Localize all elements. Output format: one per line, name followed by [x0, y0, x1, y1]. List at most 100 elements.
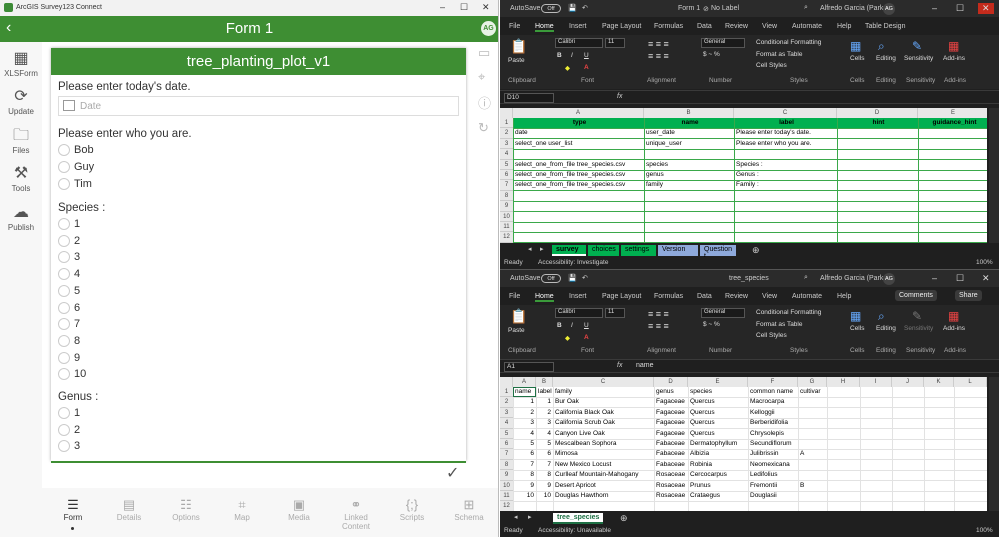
table-cell[interactable]: 10: [536, 491, 553, 501]
column-header[interactable]: H: [827, 377, 860, 387]
ribbon-tab-formulas[interactable]: Formulas: [654, 23, 683, 30]
sheet-tab-version[interactable]: Version: [658, 245, 698, 256]
italic-button[interactable]: I: [571, 322, 573, 329]
tab-map[interactable]: ⌗ Map: [220, 497, 264, 522]
tab-form[interactable]: ☰ Form: [51, 497, 95, 522]
undo-icon[interactable]: ↶: [582, 274, 588, 282]
column-header[interactable]: B: [536, 377, 553, 387]
formula-input[interactable]: [630, 93, 995, 103]
search-icon[interactable]: ⌕: [804, 4, 808, 12]
radio-button[interactable]: [58, 178, 70, 191]
table-cell[interactable]: [644, 149, 734, 159]
header-cell[interactable]: cultivar: [798, 387, 827, 397]
underline-button[interactable]: U: [584, 322, 589, 329]
radio-button[interactable]: [58, 251, 70, 264]
table-cell[interactable]: 6: [513, 449, 536, 459]
table-cell[interactable]: Fagaceae: [654, 408, 688, 418]
table-cell[interactable]: 5: [513, 439, 536, 449]
table-cell[interactable]: [798, 429, 827, 439]
row-header[interactable]: 12: [500, 501, 513, 511]
table-cell[interactable]: select_one user_list: [513, 139, 644, 149]
radio-button[interactable]: [58, 407, 70, 420]
number-format-select[interactable]: General: [701, 38, 745, 48]
column-header[interactable]: I: [860, 377, 892, 387]
ribbon-tab-automate[interactable]: Automate: [792, 23, 822, 30]
addins-label[interactable]: Add-ins: [943, 55, 965, 62]
radio-option[interactable]: 10: [58, 368, 86, 381]
sensitivity-label[interactable]: No Label: [711, 5, 739, 12]
column-header[interactable]: F: [748, 377, 798, 387]
table-cell[interactable]: Albizia: [688, 449, 748, 459]
table-cell[interactable]: Berberidifolia: [748, 418, 798, 428]
minimize-icon[interactable]: –: [932, 3, 937, 13]
table-cell[interactable]: New Mexico Locust: [553, 460, 654, 470]
autosave-toggle[interactable]: Off: [541, 274, 561, 283]
table-cell[interactable]: Douglas Hawthorn: [553, 491, 654, 501]
header-cell[interactable]: genus: [654, 387, 688, 397]
corner-cell[interactable]: [500, 108, 513, 118]
radio-option[interactable]: 3: [58, 440, 80, 453]
table-cell[interactable]: California Scrub Oak: [553, 418, 654, 428]
ribbon-tab-data[interactable]: Data: [697, 23, 712, 30]
header-cell[interactable]: common name: [748, 387, 798, 397]
table-cell[interactable]: 7: [513, 460, 536, 470]
currency-icon[interactable]: $ ~ %: [703, 51, 720, 58]
table-cell[interactable]: Quercus: [688, 429, 748, 439]
table-cell[interactable]: 8: [513, 470, 536, 480]
row-header[interactable]: 1: [500, 387, 513, 398]
cell-styles-button[interactable]: Cell Styles: [756, 62, 787, 69]
table-cell[interactable]: Mescalbean Sophora: [553, 439, 654, 449]
table-cell[interactable]: Chrysolepis: [748, 429, 798, 439]
column-header[interactable]: D: [654, 377, 688, 387]
format-as-table-button[interactable]: Format as Table: [756, 51, 802, 58]
header-cell[interactable]: label: [734, 118, 837, 128]
fill-color-button[interactable]: ◆: [565, 334, 570, 342]
worksheet-grid[interactable]: A B C D E F G H I J K L 1 2 3 4 5 6 7 8 9 10 11 12 name label fami…: [500, 377, 987, 511]
avatar[interactable]: AG: [883, 273, 895, 285]
nav-tools[interactable]: ⚒ Tools: [0, 164, 42, 193]
table-cell[interactable]: 4: [536, 429, 553, 439]
row-header[interactable]: 11: [500, 491, 513, 502]
next-sheet-icon[interactable]: ▸: [540, 245, 544, 253]
table-cell[interactable]: species: [644, 160, 734, 170]
sheet-tab-survey[interactable]: survey: [552, 245, 586, 256]
table-cell[interactable]: Secundiflorum: [748, 439, 798, 449]
radio-button[interactable]: [58, 318, 70, 331]
cell-styles-button[interactable]: Cell Styles: [756, 332, 787, 339]
align-icons[interactable]: ≡ ≡ ≡: [648, 39, 669, 49]
ribbon-tab-view[interactable]: View: [762, 23, 777, 30]
addins-icon[interactable]: ▦: [948, 309, 959, 323]
zoom-level[interactable]: 100%: [976, 259, 993, 266]
radio-button[interactable]: [58, 368, 70, 381]
header-cell[interactable]: name: [644, 118, 734, 128]
conditional-formatting-button[interactable]: Conditional Formatting: [756, 39, 821, 46]
font-name-select[interactable]: Calibri: [555, 38, 603, 48]
column-header[interactable]: G: [798, 377, 827, 387]
name-box[interactable]: A1: [504, 362, 554, 372]
radio-option[interactable]: 1: [58, 218, 80, 231]
table-cell[interactable]: Fabaceae: [654, 439, 688, 449]
table-cell[interactable]: [798, 397, 827, 407]
location-icon[interactable]: ⌖: [478, 69, 485, 85]
share-button[interactable]: Share: [955, 290, 982, 301]
avatar[interactable]: AG: [481, 21, 496, 36]
table-cell[interactable]: 7: [536, 460, 553, 470]
row-header[interactable]: 9: [500, 470, 513, 481]
align-icons-2[interactable]: ≡ ≡ ≡: [648, 321, 669, 331]
nav-publish[interactable]: ☁ Publish: [0, 203, 42, 232]
font-color-button[interactable]: A: [584, 64, 589, 71]
header-cell[interactable]: guidance_hint: [918, 118, 987, 128]
header-cell[interactable]: species: [688, 387, 748, 397]
cells-icon[interactable]: ▦: [850, 39, 861, 53]
save-icon[interactable]: 💾: [568, 274, 577, 282]
table-cell[interactable]: select_one_from_file tree_species.csv: [513, 170, 644, 180]
table-cell[interactable]: Canyon Live Oak: [553, 429, 654, 439]
radio-button[interactable]: [58, 351, 70, 364]
table-cell[interactable]: Fagaceae: [654, 429, 688, 439]
minimize-icon[interactable]: –: [440, 2, 445, 12]
table-cell[interactable]: Neomexicana: [748, 460, 798, 470]
table-cell[interactable]: Bur Oak: [553, 397, 654, 407]
table-cell[interactable]: Julibrissin: [748, 449, 798, 459]
table-cell[interactable]: Ledifolius: [748, 470, 798, 480]
vertical-scrollbar[interactable]: [989, 108, 999, 243]
